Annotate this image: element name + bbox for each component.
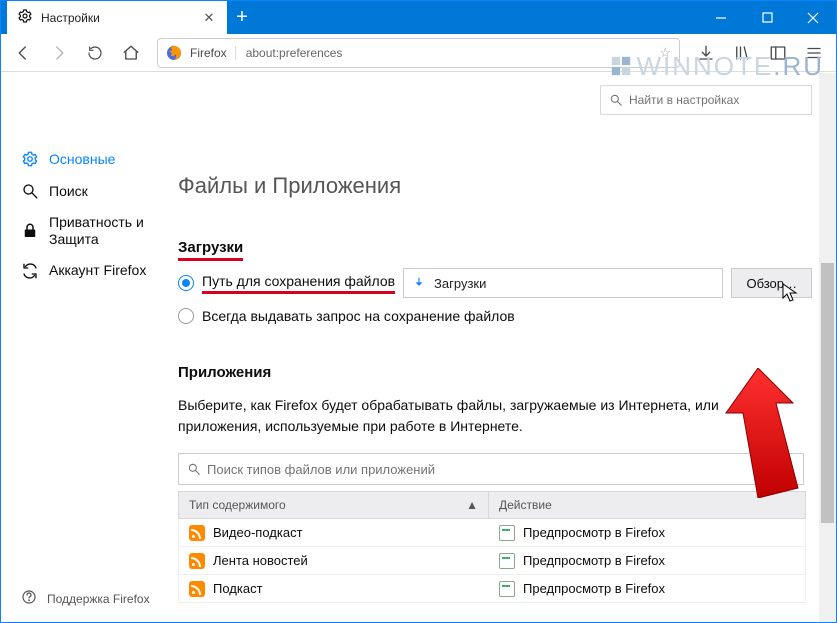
preview-icon [499, 525, 515, 541]
gear-icon [17, 8, 33, 27]
preferences-sidebar: Основные Поиск Приватность и Защита Акка… [1, 73, 174, 622]
reload-button[interactable] [79, 37, 111, 69]
sidebar-support-link[interactable]: Поддержка Firefox [1, 575, 174, 622]
table-row[interactable]: Лента новостей Предпросмотр в Firefox [178, 547, 806, 575]
tab-close-button[interactable]: ✕ [201, 10, 217, 26]
sidebar-item-label: Приватность и Защита [49, 214, 164, 248]
bookmark-star-icon[interactable]: ☆ [659, 45, 671, 61]
lock-icon [21, 222, 39, 240]
table-row[interactable]: Видео-подкаст Предпросмотр в Firefox [178, 519, 806, 547]
address-identity: Firefox [190, 46, 236, 60]
address-bar[interactable]: Firefox ☆ [157, 38, 680, 68]
firefox-icon [166, 45, 182, 61]
tab-title: Настройки [41, 11, 193, 25]
download-arrow-icon [412, 276, 426, 290]
sidebar-item-label: Поиск [49, 183, 88, 200]
radio-save-to[interactable] [178, 275, 194, 291]
column-header-type[interactable]: Тип содержимого ▲ [179, 492, 489, 518]
titlebar: Настройки ✕ + [1, 1, 836, 34]
sidebar-toggle-button[interactable] [762, 37, 794, 69]
navigation-toolbar: Firefox ☆ [1, 34, 836, 72]
browser-window: Настройки ✕ + Firefox ☆ WINNOTE.RU [0, 0, 837, 623]
sidebar-item-general[interactable]: Основные [1, 143, 174, 175]
preview-icon [499, 581, 515, 597]
sync-icon [21, 262, 39, 280]
search-placeholder: Найти в настройках [629, 93, 739, 107]
column-header-action[interactable]: Действие [489, 492, 805, 518]
feed-icon [189, 553, 205, 569]
applications-heading: Приложения [178, 364, 271, 381]
maximize-button[interactable] [744, 1, 790, 34]
download-folder-name: Загрузки [434, 276, 486, 291]
library-button[interactable] [726, 37, 758, 69]
applications-filter-input[interactable]: Поиск типов файлов или приложений [178, 453, 804, 485]
applications-table: Тип содержимого ▲ Действие Видео-подкаст… [178, 491, 806, 603]
feed-icon [189, 581, 205, 597]
table-row[interactable]: Подкаст Предпросмотр в Firefox [178, 575, 806, 603]
help-icon [21, 589, 37, 608]
search-icon [187, 462, 201, 476]
home-button[interactable] [115, 37, 147, 69]
window-controls [698, 1, 836, 34]
url-input[interactable] [244, 45, 652, 61]
scrollbar-thumb[interactable] [821, 263, 834, 523]
close-window-button[interactable] [790, 1, 836, 34]
section-heading: Файлы и Приложения [178, 173, 812, 199]
applications-description: Выберите, как Firefox будет обрабатывать… [178, 395, 788, 437]
filter-placeholder: Поиск типов файлов или приложений [207, 462, 435, 477]
preferences-content: Найти в настройках Файлы и Приложения За… [174, 73, 836, 622]
radio-always-ask[interactable] [178, 308, 194, 324]
preview-icon [499, 553, 515, 569]
sidebar-item-search[interactable]: Поиск [1, 175, 174, 207]
always-ask-label: Всегда выдавать запрос на сохранение фай… [202, 308, 515, 324]
sidebar-item-account[interactable]: Аккаунт Firefox [1, 255, 174, 287]
support-label: Поддержка Firefox [47, 592, 150, 606]
gear-icon [21, 150, 39, 168]
scrollbar[interactable] [819, 73, 836, 622]
minimize-button[interactable] [698, 1, 744, 34]
search-icon [21, 182, 39, 200]
feed-icon [189, 525, 205, 541]
browser-tab[interactable]: Настройки ✕ [7, 1, 227, 34]
sidebar-item-privacy[interactable]: Приватность и Защита [1, 207, 174, 255]
downloads-toolbar-button[interactable] [690, 37, 722, 69]
browse-button[interactable]: Обзор… [731, 268, 812, 298]
new-tab-button[interactable]: + [227, 1, 257, 34]
settings-search-input[interactable]: Найти в настройках [600, 85, 812, 115]
sidebar-item-label: Основные [49, 151, 115, 168]
back-button[interactable] [7, 37, 39, 69]
menu-button[interactable] [798, 37, 830, 69]
sidebar-item-label: Аккаунт Firefox [49, 262, 146, 279]
forward-button[interactable] [43, 37, 75, 69]
download-folder-field[interactable]: Загрузки [403, 268, 723, 298]
sort-asc-icon: ▲ [466, 498, 478, 512]
save-to-label: Путь для сохранения файлов [202, 273, 395, 294]
downloads-heading: Загрузки [178, 239, 243, 256]
search-icon [609, 93, 623, 107]
